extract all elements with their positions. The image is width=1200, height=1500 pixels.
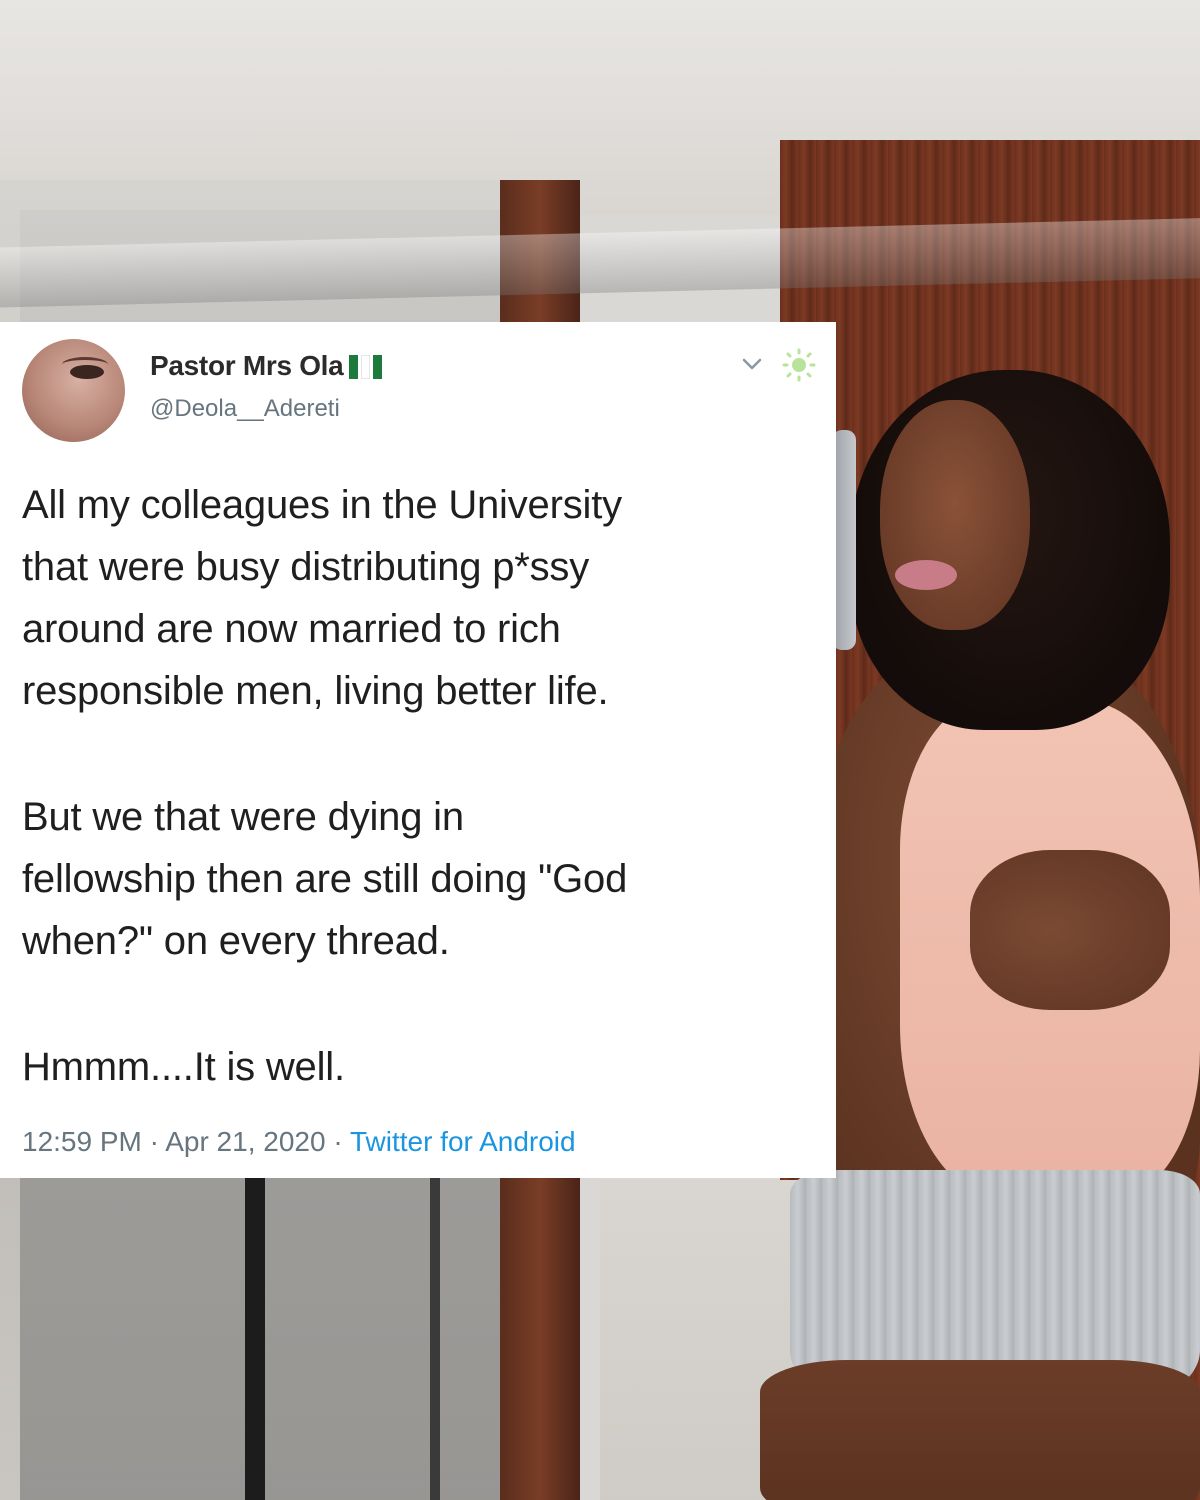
tweet-line: Hmmm....It is well. bbox=[22, 1045, 345, 1089]
meta-separator: · bbox=[333, 1126, 343, 1157]
sun-icon[interactable] bbox=[782, 348, 816, 382]
meta-separator: · bbox=[149, 1126, 159, 1157]
person-hand bbox=[970, 850, 1170, 1010]
tweet-line: responsible men, living better life. bbox=[22, 669, 609, 713]
person-legs bbox=[760, 1360, 1200, 1500]
tweet-time[interactable]: 12:59 PM bbox=[22, 1126, 142, 1157]
person-face bbox=[880, 400, 1030, 630]
pole bbox=[245, 1170, 265, 1500]
tweet-line: But we that were dying in bbox=[22, 795, 464, 839]
nigeria-flag-icon bbox=[349, 355, 382, 379]
display-name[interactable]: Pastor Mrs Ola bbox=[150, 350, 344, 382]
tweet-source-link[interactable]: Twitter for Android bbox=[350, 1126, 576, 1157]
user-handle[interactable]: @Deola__Adereti bbox=[150, 395, 340, 423]
tweet-line: when?" on every thread. bbox=[22, 919, 450, 963]
avatar[interactable] bbox=[22, 339, 125, 442]
person-lips bbox=[895, 560, 957, 590]
tweet-text: All my colleagues in the University that… bbox=[22, 474, 812, 1098]
tweet-paragraph: But we that were dying in fellowship the… bbox=[22, 786, 812, 972]
avatar-eye bbox=[70, 365, 104, 379]
tweet-line: around are now married to rich bbox=[22, 607, 561, 651]
tweet-paragraph: All my colleagues in the University that… bbox=[22, 474, 812, 722]
tweet-paragraph: Hmmm....It is well. bbox=[22, 1036, 812, 1098]
tweet-line: fellowship then are still doing "God bbox=[22, 857, 628, 901]
pole bbox=[430, 1170, 440, 1500]
tweet-meta: 12:59 PM · Apr 21, 2020 · Twitter for An… bbox=[22, 1126, 576, 1158]
tweet-line: All my colleagues in the University bbox=[22, 483, 622, 527]
tweet-date[interactable]: Apr 21, 2020 bbox=[165, 1126, 325, 1157]
chevron-down-icon[interactable] bbox=[740, 352, 764, 376]
tweet-line: that were busy distributing p*ssy bbox=[22, 545, 590, 589]
